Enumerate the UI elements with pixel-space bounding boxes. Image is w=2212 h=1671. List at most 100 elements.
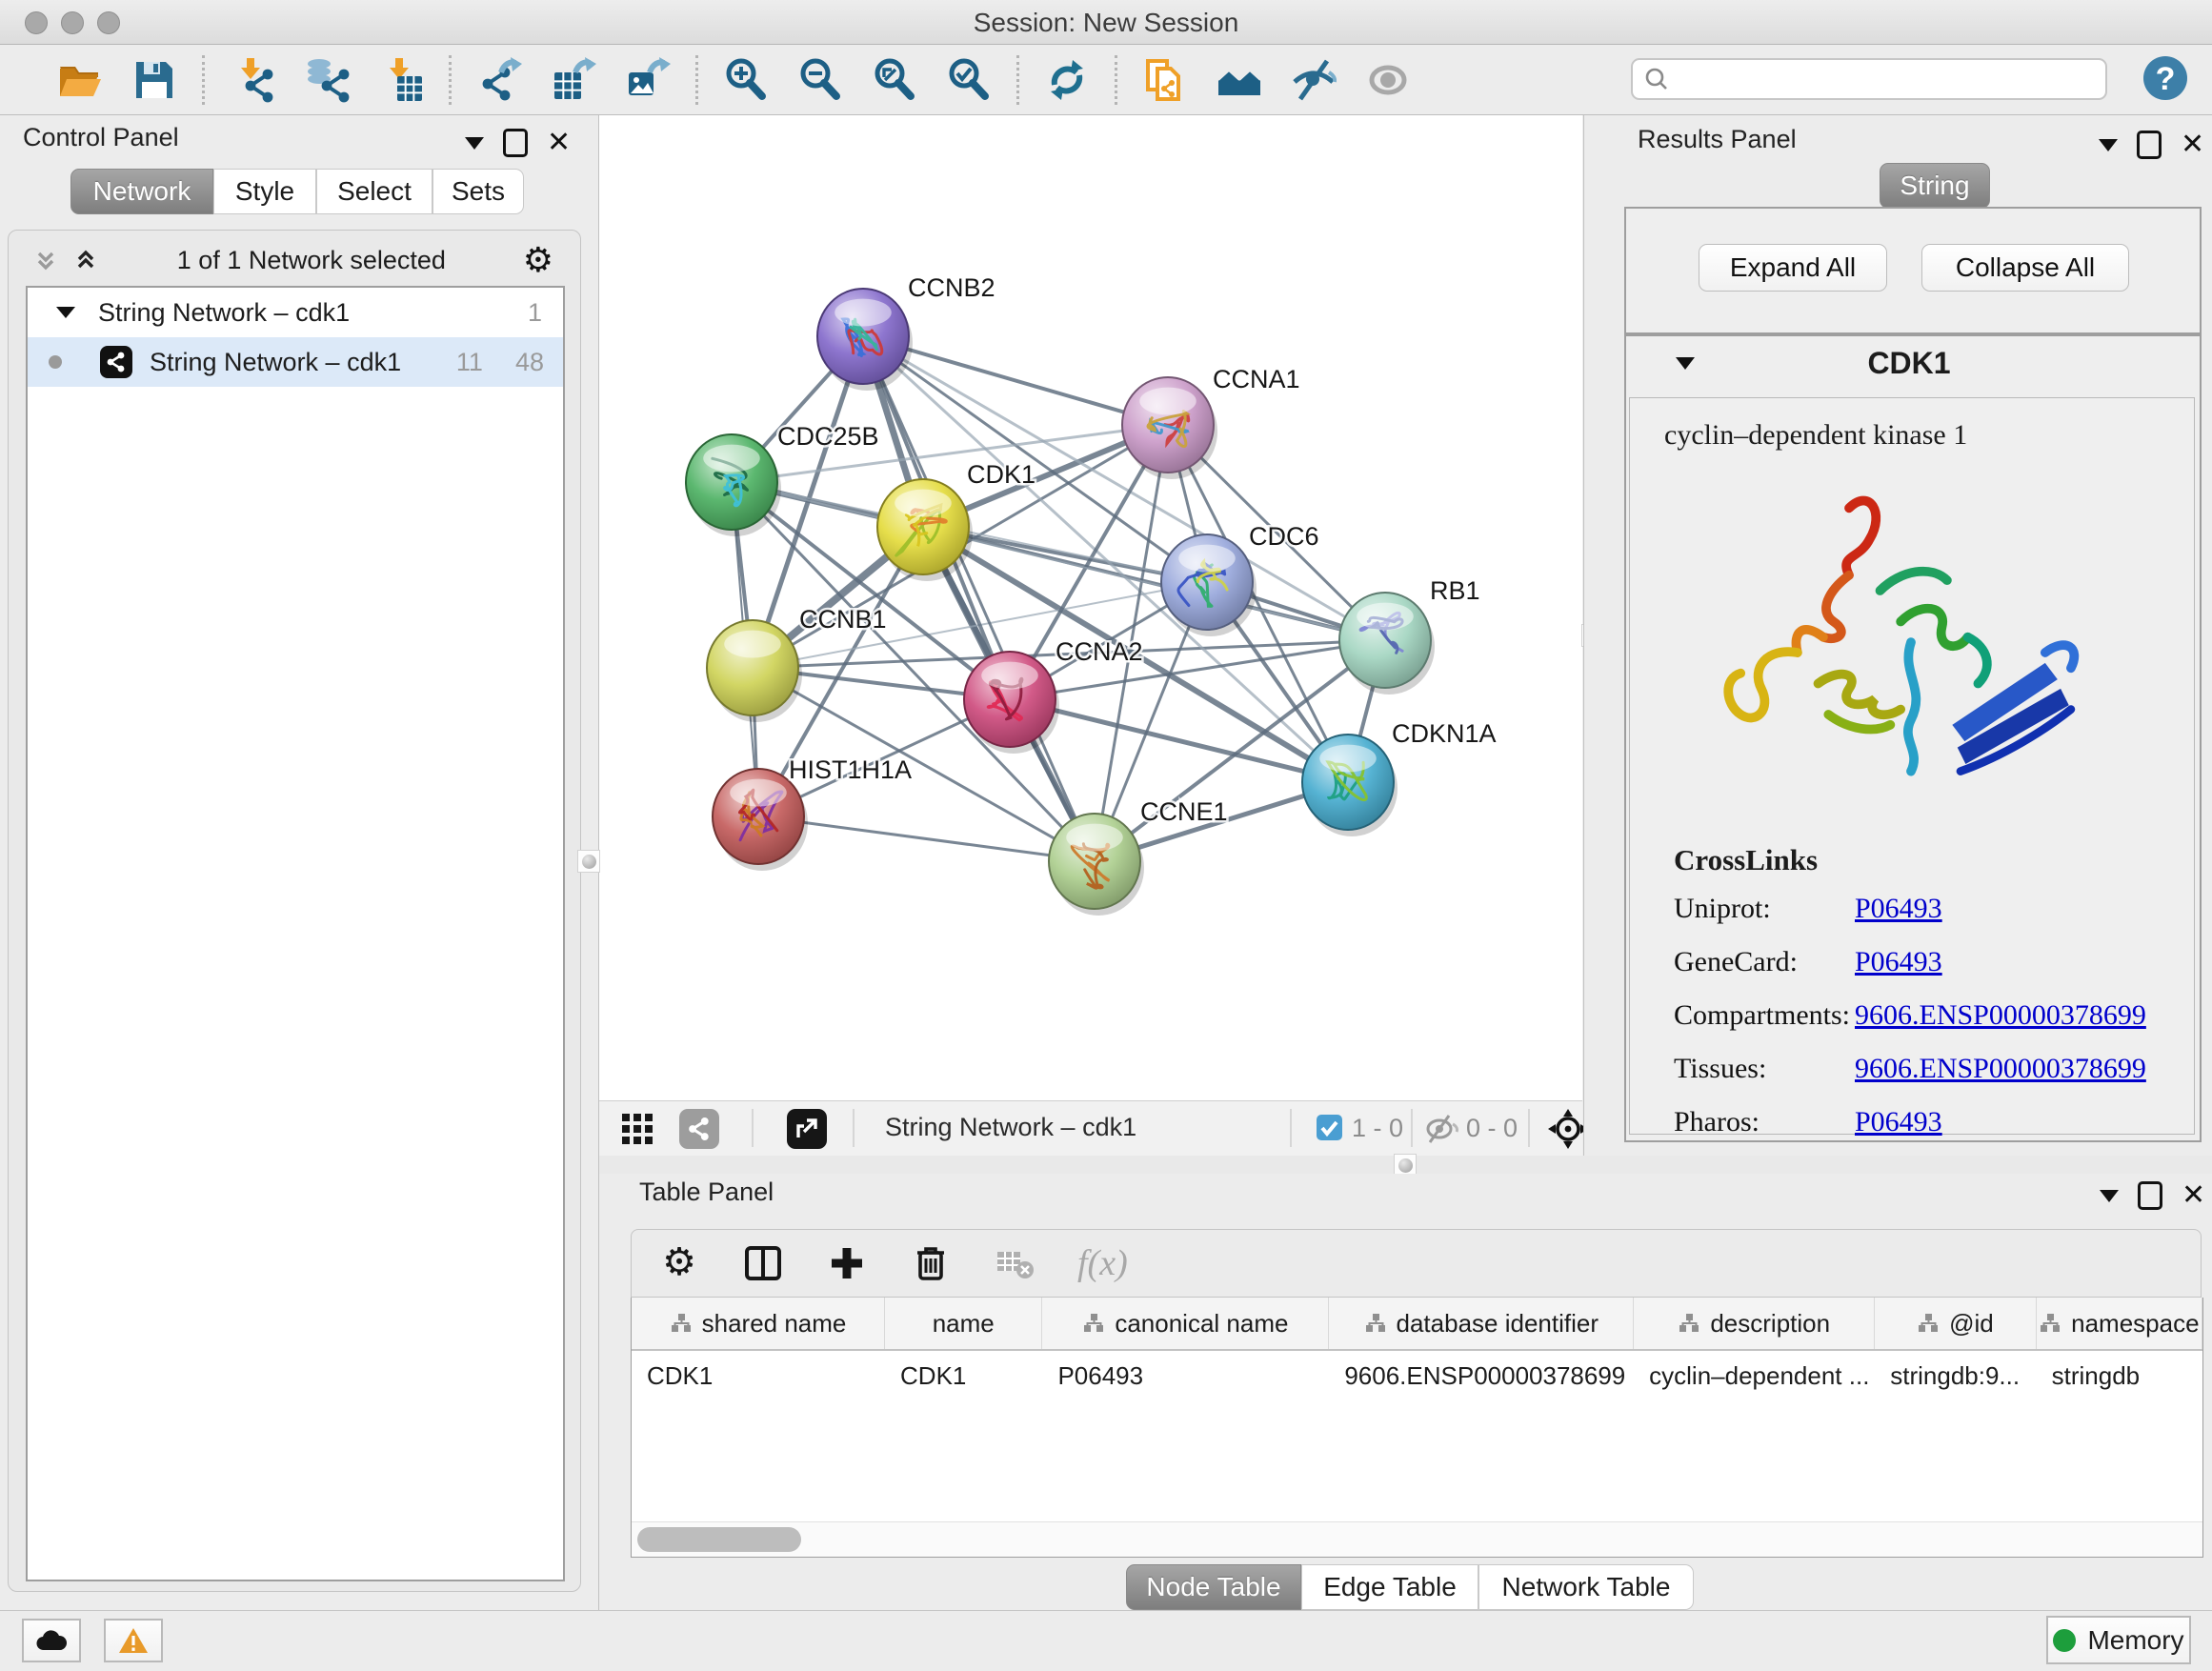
network-node-cdc25b[interactable]: CDC25B <box>686 422 879 536</box>
table-cell[interactable]: P06493 <box>1042 1351 1329 1400</box>
export-network-icon[interactable] <box>476 57 522 103</box>
tab-node-table[interactable]: Node Table <box>1126 1564 1301 1610</box>
network-style-icon[interactable] <box>679 1109 719 1149</box>
column-header[interactable]: canonical name <box>1042 1298 1329 1349</box>
crosslink-row: Uniprot: P06493 <box>1674 893 2194 925</box>
table-cell[interactable]: CDK1 <box>885 1351 1042 1400</box>
protein-structure-image <box>1687 467 2135 838</box>
import-table-file-icon[interactable] <box>378 57 424 103</box>
table-cell[interactable]: stringdb <box>2037 1351 2202 1400</box>
cloud-button[interactable] <box>22 1619 81 1662</box>
import-network-file-icon[interactable] <box>230 57 275 103</box>
column-header[interactable]: name <box>885 1298 1042 1349</box>
export-table-icon[interactable] <box>551 57 596 103</box>
tissues-link[interactable]: 9606.ENSP00000378699 <box>1855 1053 2146 1085</box>
refresh-icon[interactable] <box>1044 57 1090 103</box>
column-header[interactable]: description <box>1634 1298 1875 1349</box>
delete-column-trash-icon[interactable] <box>910 1242 952 1284</box>
tab-select[interactable]: Select <box>316 169 432 214</box>
scrollbar-thumb[interactable] <box>637 1527 801 1552</box>
graphics-details-icon[interactable] <box>1365 57 1411 103</box>
expand-all-button[interactable]: Expand All <box>1699 244 1887 292</box>
table-row[interactable]: CDK1CDK1P064939606.ENSP00000378699cyclin… <box>632 1351 2202 1400</box>
tab-string[interactable]: String <box>1880 163 1990 209</box>
network-node-ccna1[interactable]: CCNA1 <box>1122 365 1300 479</box>
search-box[interactable] <box>1631 58 2107 100</box>
first-neighbors-icon[interactable] <box>1217 57 1262 103</box>
table-cell[interactable]: 9606.ENSP00000378699 <box>1329 1351 1634 1400</box>
table-close-icon[interactable]: ✕ <box>2182 1184 2205 1207</box>
zoom-out-icon[interactable] <box>797 57 843 103</box>
search-input[interactable] <box>1669 64 2105 95</box>
compartments-link[interactable]: 9606.ENSP00000378699 <box>1855 999 2146 1032</box>
tab-style[interactable]: Style <box>213 169 316 214</box>
open-session-icon[interactable] <box>57 57 103 103</box>
network-edge[interactable] <box>758 816 1095 861</box>
tab-network[interactable]: Network <box>70 169 213 214</box>
network-node-rb1[interactable]: RB1 <box>1339 576 1480 695</box>
network-view[interactable]: CCNB2CCNA1CDC25BCDK1CDC6RB1CCNB1CCNA2CDK… <box>599 115 1582 1100</box>
create-column-plus-icon[interactable] <box>826 1242 868 1284</box>
collection-collapse-icon[interactable] <box>56 307 75 318</box>
tab-sets[interactable]: Sets <box>432 169 524 214</box>
uniprot-link[interactable]: P06493 <box>1855 893 1942 925</box>
gene-section: CDK1 cyclin–dependent kinase 1 <box>1624 334 2202 1142</box>
warnings-button[interactable] <box>104 1619 163 1662</box>
collapse-all-icon[interactable] <box>31 246 60 274</box>
string-network-icon <box>100 346 132 378</box>
import-network-database-icon[interactable] <box>304 57 350 103</box>
network-node-cdk1[interactable]: CDK1 <box>877 460 1036 581</box>
help-button[interactable]: ? <box>2143 56 2187 100</box>
results-close-icon[interactable]: ✕ <box>2181 133 2204 156</box>
left-splitter-handle[interactable] <box>577 850 600 873</box>
close-panel-icon[interactable]: ✕ <box>547 131 571 154</box>
table-settings-gear-icon[interactable]: ⚙ <box>658 1242 700 1284</box>
selected-checkbox-icon[interactable] <box>1317 1115 1342 1140</box>
birdseye-view-icon[interactable] <box>1548 1109 1588 1149</box>
table-cell[interactable]: stringdb:9... <box>1875 1351 2036 1400</box>
zoom-in-icon[interactable] <box>723 57 769 103</box>
table-cell[interactable]: CDK1 <box>632 1351 885 1400</box>
memory-status-icon <box>2053 1629 2076 1652</box>
network-graph[interactable]: CCNB2CCNA1CDC25BCDK1CDC6RB1CCNB1CCNA2CDK… <box>599 115 1582 1100</box>
network-row[interactable]: String Network – cdk1 11 48 <box>28 337 563 387</box>
column-header[interactable]: @id <box>1875 1298 2036 1349</box>
tab-network-table[interactable]: Network Table <box>1478 1564 1694 1610</box>
gene-collapse-icon[interactable] <box>1676 357 1695 370</box>
export-image-icon[interactable] <box>625 57 671 103</box>
save-session-icon[interactable] <box>131 57 177 103</box>
open-in-new-window-icon[interactable] <box>787 1109 827 1149</box>
table-menu-icon[interactable] <box>2100 1190 2119 1202</box>
gene-symbol: CDK1 <box>1695 346 2123 381</box>
panel-menu-icon[interactable] <box>465 137 484 150</box>
expand-all-icon[interactable] <box>71 246 100 274</box>
column-header[interactable]: database identifier <box>1329 1298 1634 1349</box>
zoom-selected-icon[interactable] <box>946 57 992 103</box>
column-header[interactable]: shared name <box>632 1298 885 1349</box>
toggle-panes-icon[interactable] <box>742 1242 784 1284</box>
results-float-icon[interactable] <box>2137 131 2162 159</box>
network-node-cdkn1a[interactable]: CDKN1A <box>1302 719 1497 836</box>
results-menu-icon[interactable] <box>2099 139 2118 151</box>
network-node-hist1h1a[interactable]: HIST1H1A <box>713 755 912 871</box>
delete-table-icon <box>994 1242 1036 1284</box>
memory-button[interactable]: Memory <box>2046 1616 2191 1664</box>
node-table[interactable]: shared namename canonical name database … <box>631 1298 2203 1558</box>
duplicate-network-icon[interactable] <box>1142 57 1188 103</box>
table-float-icon[interactable] <box>2138 1181 2162 1210</box>
pharos-link[interactable]: P06493 <box>1855 1106 1942 1138</box>
tab-edge-table[interactable]: Edge Table <box>1301 1564 1478 1610</box>
table-horizontal-scrollbar[interactable] <box>632 1521 2202 1557</box>
table-cell[interactable]: cyclin–dependent ... <box>1634 1351 1875 1400</box>
network-collection-row[interactable]: String Network – cdk1 1 <box>28 288 563 337</box>
hide-selected-icon[interactable] <box>1291 57 1337 103</box>
genecard-link[interactable]: P06493 <box>1855 946 1942 978</box>
float-panel-icon[interactable] <box>503 129 528 157</box>
collapse-all-button[interactable]: Collapse All <box>1921 244 2129 292</box>
grid-view-icon[interactable] <box>620 1112 654 1146</box>
network-options-gear-icon[interactable]: ⚙ <box>523 240 553 280</box>
network-node-ccnb2[interactable]: CCNB2 <box>817 273 995 391</box>
title-bar: Session: New Session <box>0 0 2212 45</box>
zoom-fit-icon[interactable] <box>872 57 917 103</box>
column-header[interactable]: namespace <box>2037 1298 2202 1349</box>
